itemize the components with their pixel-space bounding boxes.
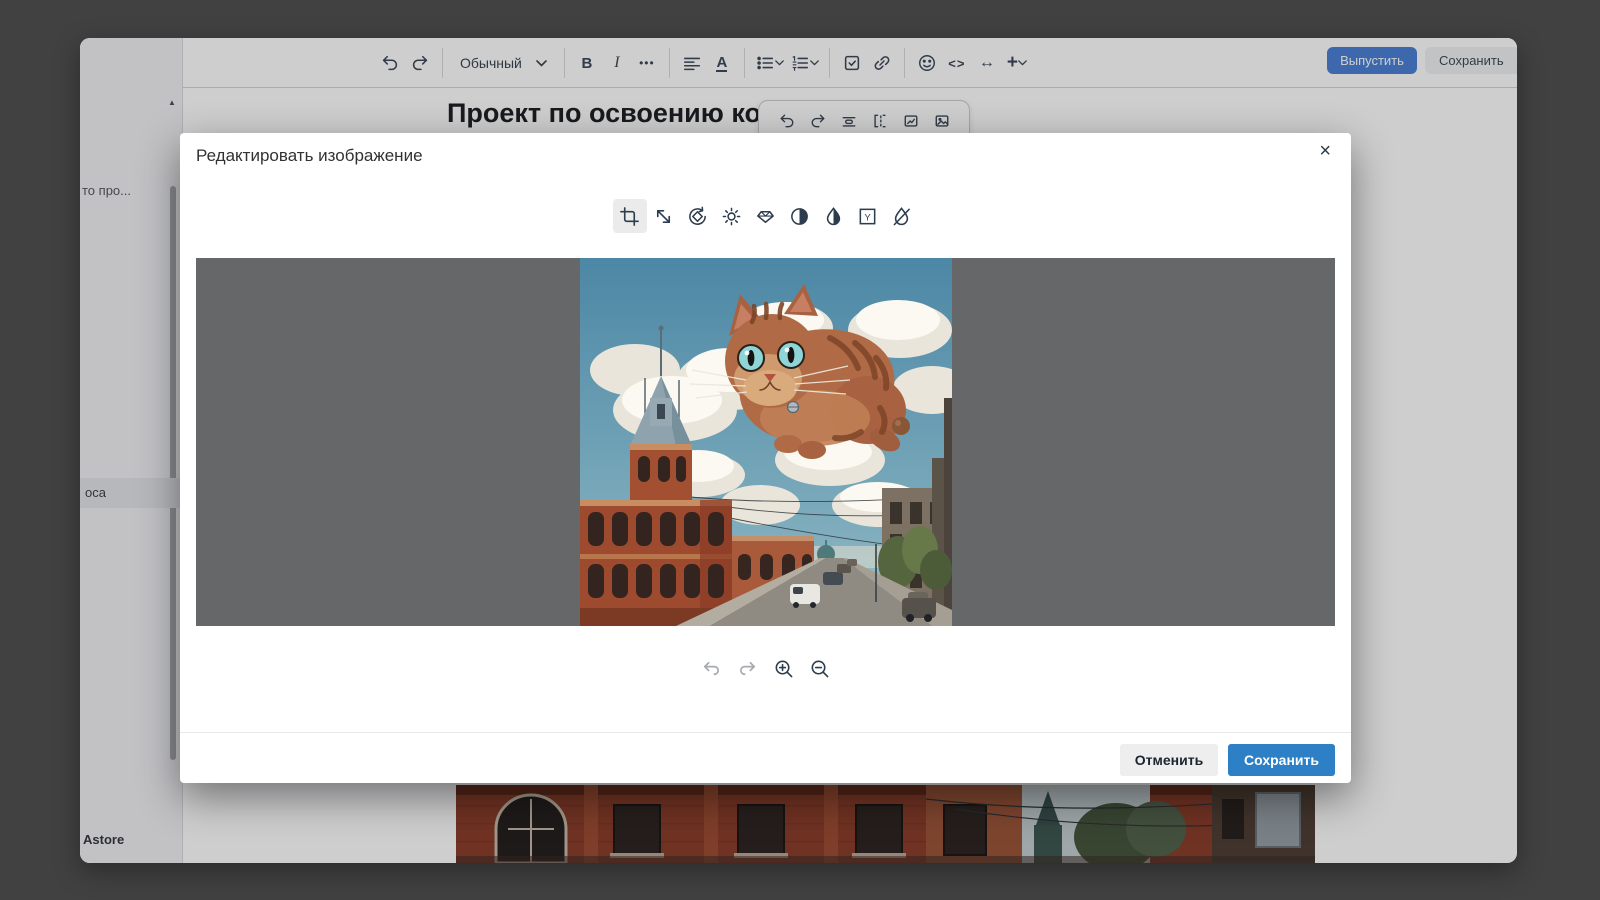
image-edit-toolbar: Y (180, 199, 1351, 233)
brightness-tool-button[interactable] (715, 199, 749, 233)
gem-icon (755, 206, 776, 227)
edit-undo-button[interactable] (695, 651, 729, 685)
svg-text:Y: Y (864, 212, 871, 223)
edit-image-modal: Редактировать изображение × Y (180, 133, 1351, 783)
crop-canvas[interactable] (196, 258, 1335, 626)
crop-tool-button[interactable] (613, 199, 647, 233)
droplet-icon (823, 206, 844, 227)
edit-redo-button[interactable] (731, 651, 765, 685)
droplet-off-icon (891, 206, 912, 227)
canvas-controls (180, 651, 1351, 685)
contrast-icon (789, 206, 810, 227)
saturation-tool-button[interactable] (817, 199, 851, 233)
resize-icon (653, 206, 674, 227)
gamma-icon: Y (857, 206, 878, 227)
rotate-icon (687, 206, 708, 227)
zoom-out-button[interactable] (803, 651, 837, 685)
modal-footer: Отменить Сохранить (1120, 744, 1335, 776)
brightness-icon (721, 206, 742, 227)
undo-icon (701, 658, 722, 679)
image-preview[interactable] (580, 258, 952, 626)
modal-title: Редактировать изображение (196, 146, 423, 166)
save-button[interactable]: Сохранить (1228, 744, 1335, 776)
footer-divider (180, 732, 1351, 733)
zoom-in-icon (773, 658, 794, 679)
clarity-tool-button[interactable] (749, 199, 783, 233)
resize-tool-button[interactable] (647, 199, 681, 233)
redo-icon (737, 658, 758, 679)
gamma-tool-button[interactable]: Y (851, 199, 885, 233)
cancel-button[interactable]: Отменить (1120, 744, 1218, 776)
rotate-tool-button[interactable] (681, 199, 715, 233)
contrast-tool-button[interactable] (783, 199, 817, 233)
zoom-in-button[interactable] (767, 651, 801, 685)
close-icon[interactable]: × (1319, 141, 1331, 161)
blur-tool-button[interactable] (885, 199, 919, 233)
crop-icon (619, 206, 640, 227)
zoom-out-icon (809, 658, 830, 679)
